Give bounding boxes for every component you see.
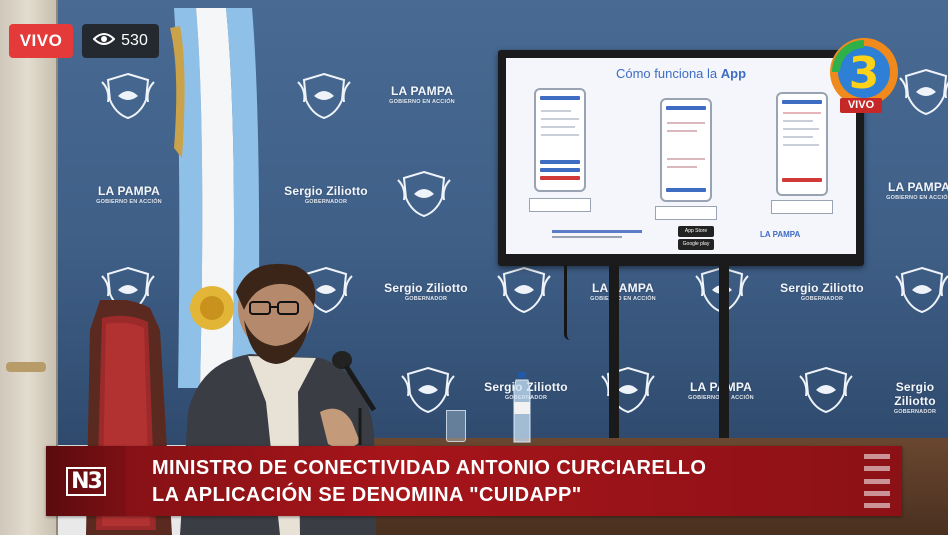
backdrop-governor-name: Sergio Ziliotto <box>384 281 468 295</box>
live-badge: VIVO <box>9 24 73 58</box>
headline-line-2: LA APLICACIÓN SE DENOMINA "CUIDAPP" <box>152 484 582 506</box>
backdrop-logo-sub: GOBIERNO EN ACCIÓN <box>389 99 455 105</box>
province-shield-icon <box>492 264 556 316</box>
microphone <box>330 350 390 445</box>
door-handle <box>6 362 46 372</box>
video-player[interactable]: LA PAMPA GOBIERNO EN ACCIÓN LA PAMPA GOB… <box>0 0 948 535</box>
channel-live-label: VIVO <box>840 98 882 113</box>
backdrop-la-pampa-1: LA PAMPA GOBIERNO EN ACCIÓN <box>385 84 459 105</box>
backdrop-logo-name: LA PAMPA <box>887 180 948 194</box>
network-logo-text: N3 <box>66 466 106 496</box>
app-store-badge: App Store <box>678 226 714 237</box>
video-frame: LA PAMPA GOBIERNO EN ACCIÓN LA PAMPA GOB… <box>0 0 948 535</box>
phone-mockup-status <box>660 98 712 202</box>
lower-third-banner: N3 MINISTRO DE CONECTIVIDAD ANTONIO CURC… <box>46 446 902 516</box>
headline-line-1: MINISTRO DE CONECTIVIDAD ANTONIO CURCIAR… <box>152 457 707 479</box>
backdrop-governor-2: Sergio Ziliotto GOBERNADOR <box>384 281 468 302</box>
network-logo: N3 <box>46 446 126 516</box>
eye-icon <box>92 32 116 51</box>
province-shield-icon <box>794 364 858 416</box>
channel-number: 3 <box>849 48 880 99</box>
province-shield-icon <box>396 364 460 416</box>
tv-footer-text <box>552 236 622 238</box>
caption-box-2 <box>655 206 717 220</box>
backdrop-governor-sub: GOBERNADOR <box>893 409 937 415</box>
backdrop-governor-sub: GOBERNADOR <box>304 199 348 205</box>
backdrop-logo-sub: GOBIERNO EN ACCIÓN <box>96 199 162 205</box>
viewer-count: 530 <box>121 32 148 49</box>
backdrop-governor-name: Sergio Ziliotto <box>284 184 368 198</box>
caption-box-1 <box>529 198 591 212</box>
province-shield-icon <box>292 70 356 122</box>
caption-box-3 <box>771 200 833 214</box>
backdrop-governor-sub: GOBERNADOR <box>404 296 448 302</box>
backdrop-la-pampa-3: LA PAMPA GOBIERNO EN ACCIÓN <box>884 180 948 201</box>
phone-mockup-symptoms <box>776 92 828 196</box>
backdrop-governor-sub: GOBERNADOR <box>800 296 844 302</box>
province-shield-icon <box>392 168 456 220</box>
tv-slide-title: Cómo funciona la App <box>506 66 856 81</box>
tv-title-prefix: Cómo funciona la <box>615 66 721 81</box>
tv-brand: LA PAMPA <box>760 230 801 239</box>
tv-stand-right <box>719 266 729 446</box>
hamburger-icon <box>864 454 890 508</box>
tv-screen: Cómo funciona la App App Store Google pl… <box>506 58 856 254</box>
backdrop-governor-name: Sergio Ziliotto <box>780 281 864 295</box>
province-shield-icon <box>890 264 948 316</box>
water-bottle <box>510 372 534 444</box>
water-glass <box>446 410 466 442</box>
province-shield-icon <box>96 70 160 122</box>
backdrop-logo-sub: GOBIERNO EN ACCIÓN <box>590 296 656 302</box>
tv-footer-text <box>552 230 642 233</box>
province-shield-icon <box>894 66 948 118</box>
presentation-tv: Cómo funciona la App App Store Google pl… <box>498 50 864 266</box>
backdrop-governor-name: Sergio Ziliotto <box>894 380 936 408</box>
phone-mockup-register <box>534 88 586 192</box>
province-shield-icon <box>596 364 660 416</box>
backdrop-governor-3: Sergio Ziliotto GOBERNADOR <box>780 281 864 302</box>
backdrop-logo-name: LA PAMPA <box>591 281 655 295</box>
backdrop-logo-name: LA PAMPA <box>390 84 454 98</box>
tv-stand-left <box>609 266 619 446</box>
backdrop-logo-name: LA PAMPA <box>97 184 161 198</box>
google-play-badge: Google play <box>678 239 714 250</box>
viewer-count-badge: 530 <box>82 24 159 58</box>
tv-title-bold: App <box>720 66 747 81</box>
backdrop-governor-5: Sergio Ziliotto GOBERNADOR <box>882 380 948 415</box>
backdrop-la-pampa-4: LA PAMPA GOBIERNO EN ACCIÓN <box>586 281 660 302</box>
tv-cable <box>564 265 570 340</box>
backdrop-la-pampa-2: LA PAMPA GOBIERNO EN ACCIÓN <box>92 184 166 205</box>
backdrop-governor-1: Sergio Ziliotto GOBERNADOR <box>284 184 368 205</box>
backdrop-logo-sub: GOBIERNO EN ACCIÓN <box>886 195 948 201</box>
